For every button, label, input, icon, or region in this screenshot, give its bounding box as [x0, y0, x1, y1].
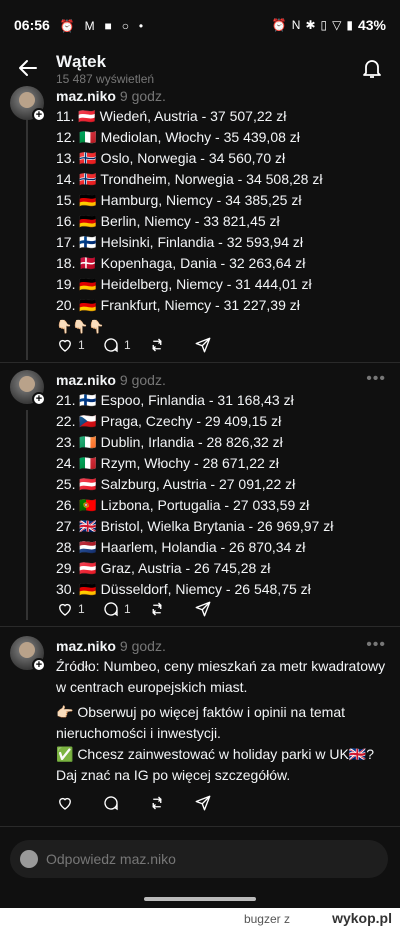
follow-plus-icon[interactable]: + — [32, 108, 46, 122]
list-item: 11. 🇦🇹 Wiedeń, Austria - 37 507,22 zł — [56, 108, 287, 124]
repost-icon — [152, 338, 162, 352]
divider — [0, 826, 400, 827]
send-icon — [195, 337, 211, 353]
list-item: 14. 🇳🇴 Trondheim, Norwegia - 34 508,28 z… — [56, 171, 323, 187]
repost-button[interactable] — [148, 794, 194, 812]
reply-button[interactable]: 1 — [102, 600, 148, 618]
list-item: 24. 🇮🇹 Rzym, Włochy - 28 671,22 zł — [56, 455, 279, 471]
nfc-icon: N — [291, 18, 301, 32]
reply-input[interactable]: Odpowiedz maz.niko — [10, 840, 388, 878]
list-item: 16. 🇩🇪 Berlin, Niemcy - 33 821,45 zł — [56, 213, 280, 229]
repost-button[interactable] — [148, 336, 194, 354]
like-button[interactable] — [56, 794, 102, 812]
gesture-bar[interactable] — [144, 897, 256, 901]
list-item: 👇🏻👇🏻👇🏻 — [56, 319, 105, 334]
share-button[interactable] — [194, 336, 240, 354]
bell-icon[interactable] — [360, 56, 384, 80]
notification-icons: ⏰ M ■ ○ • — [60, 17, 149, 33]
list-item: 18. 🇩🇰 Kopenhaga, Dania - 32 263,64 zł — [56, 255, 306, 271]
repost-icon — [152, 796, 162, 810]
list-item: 29. 🇦🇹 Graz, Austria - 26 745,28 zł — [56, 560, 271, 576]
follow-plus-icon[interactable]: + — [32, 392, 46, 406]
post-author[interactable]: maz.niko 9 godz. — [56, 372, 166, 388]
list-item: 19. 🇩🇪 Heidelberg, Niemcy - 31 444,01 zł — [56, 276, 312, 292]
back-arrow-icon[interactable] — [16, 56, 40, 80]
wykop-logo: wykop.pl — [332, 910, 392, 926]
more-options-icon[interactable]: ••• — [366, 636, 386, 654]
list-item: 22. 🇨🇿 Praga, Czechy - 29 409,15 zł — [56, 413, 282, 429]
repost-icon — [152, 602, 162, 616]
list-item: 28. 🇳🇱 Haarlem, Holandia - 26 870,34 zł — [56, 539, 306, 555]
heart-icon — [59, 603, 71, 616]
post-text: 11. 🇦🇹 Wiedeń, Austria - 37 507,22 zł 12… — [56, 106, 386, 337]
status-bar: 06:56 ⏰ M ■ ○ • ⏰ N ✱ ▯ ▽ ▮ 43% — [0, 0, 400, 50]
list-item: 17. 🇫🇮 Helsinki, Finlandia - 32 593,94 z… — [56, 234, 304, 250]
list-item: 26. 🇵🇹 Lizbona, Portugalia - 27 033,59 z… — [56, 497, 310, 513]
view-count: 15 487 wyświetleń — [56, 72, 155, 86]
post-text: ✅ Chcesz zainwestować w holiday parki w … — [56, 746, 375, 783]
comment-icon — [104, 796, 118, 811]
post-actions — [56, 794, 240, 812]
list-item: 30. 🇩🇪 Düsseldorf, Niemcy - 26 548,75 zł — [56, 581, 311, 597]
divider — [0, 626, 400, 627]
system-icons: ⏰ N ✱ ▯ ▽ ▮ 43% — [272, 17, 386, 33]
post-actions: 1 1 — [56, 600, 240, 618]
reply-count: 1 — [124, 338, 131, 352]
share-button[interactable] — [194, 600, 240, 618]
divider — [0, 362, 400, 363]
watermark-footer: bugzer z wykop.pl — [0, 908, 400, 931]
like-count: 1 — [78, 338, 85, 352]
list-item: 23. 🇮🇪 Dublin, Irlandia - 28 826,32 zł — [56, 434, 283, 450]
list-item: 20. 🇩🇪 Frankfurt, Niemcy - 31 227,39 zł — [56, 297, 300, 313]
repost-button[interactable] — [148, 600, 194, 618]
app-icon: ■ — [104, 19, 112, 33]
reply-button[interactable] — [102, 794, 148, 812]
reply-placeholder: Odpowiedz maz.niko — [46, 851, 176, 867]
list-item: 12. 🇮🇹 Mediolan, Włochy - 35 439,08 zł — [56, 129, 300, 145]
reply-button[interactable]: 1 — [102, 336, 148, 354]
heart-icon — [59, 339, 71, 352]
list-item: 15. 🇩🇪 Hamburg, Niemcy - 34 385,25 zł — [56, 192, 302, 208]
status-time: 06:56 — [14, 17, 50, 33]
more-options-icon[interactable]: ••• — [366, 370, 386, 388]
thread-header: Wątek 15 487 wyświetleń — [0, 50, 400, 90]
send-icon — [195, 601, 211, 617]
heart-icon — [59, 797, 71, 810]
like-count: 1 — [78, 602, 85, 616]
alarm-status-icon: ⏰ — [271, 18, 287, 32]
vibrate-icon: ▯ — [320, 18, 328, 32]
alarm-icon: ⏰ — [59, 19, 75, 33]
bluetooth-icon: ✱ — [305, 18, 316, 32]
send-icon — [195, 795, 211, 811]
comment-icon — [104, 338, 118, 353]
post-author[interactable]: maz.niko 9 godz. — [56, 88, 166, 104]
thread-post: + maz.niko 9 godz. ••• Źródło: Numbeo, ce… — [0, 636, 400, 816]
footer-user: bugzer z — [243, 912, 290, 926]
like-button[interactable]: 1 — [56, 600, 102, 618]
thread-post: + maz.niko 9 godz. 11. 🇦🇹 Wiedeń, Austria… — [0, 86, 400, 368]
my-avatar — [20, 850, 38, 868]
dot-icon: • — [138, 19, 144, 33]
list-item: 13. 🇳🇴 Oslo, Norwegia - 34 560,70 zł — [56, 150, 286, 166]
battery-icon: ▮ — [346, 18, 353, 32]
page-title: Wątek — [56, 52, 107, 71]
comment-icon — [104, 602, 118, 617]
list-item: 25. 🇦🇹 Salzburg, Austria - 27 091,22 zł — [56, 476, 296, 492]
post-actions: 1 1 — [56, 336, 240, 354]
post-text: 21. 🇫🇮 Espoo, Finlandia - 31 168,43 zł 2… — [56, 390, 386, 600]
gmail-icon: M — [84, 19, 95, 33]
like-button[interactable]: 1 — [56, 336, 102, 354]
reply-count: 1 — [124, 602, 131, 616]
wifi-icon: ▽ — [332, 18, 342, 32]
list-item: 27. 🇬🇧 Bristol, Wielka Brytania - 26 969… — [56, 518, 334, 534]
post-text: 👉🏻 Obserwuj po więcej faktów i opinii na… — [56, 704, 346, 741]
thread-post: + maz.niko 9 godz. ••• 21. 🇫🇮 Espoo, Finl… — [0, 370, 400, 626]
list-item: 21. 🇫🇮 Espoo, Finlandia - 31 168,43 zł — [56, 392, 294, 408]
share-button[interactable] — [194, 794, 240, 812]
follow-plus-icon[interactable]: + — [32, 658, 46, 672]
post-text: Źródło: Numbeo, ceny mieszkań za metr kw… — [56, 658, 386, 695]
threads-icon: ○ — [121, 19, 129, 33]
post-author[interactable]: maz.niko 9 godz. — [56, 638, 166, 654]
battery-level: 43% — [357, 17, 386, 33]
